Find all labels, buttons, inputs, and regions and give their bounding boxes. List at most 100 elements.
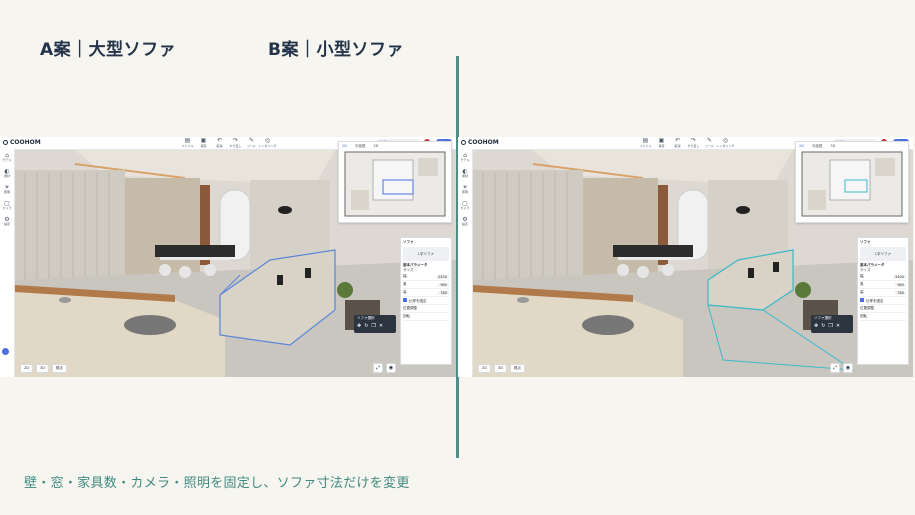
sidebar-item-model[interactable]: ⌂ モデル [458,149,472,165]
position-option[interactable]: 位置調整 [403,305,449,313]
item-thumbnail[interactable]: L字ソファ [403,247,449,261]
toolbar-save[interactable]: ▣ 保存 [656,138,667,149]
item-thumbnail[interactable]: L字ソファ [860,247,906,261]
minimap-tab-3d[interactable]: 3D [373,144,378,149]
toolbar-tool[interactable]: ✎ ツール [704,138,715,149]
heading-plan-b: B案｜小型ソファ [268,40,404,60]
param-height-row: 高 780 [860,289,906,297]
caption: 壁・窓・家具数・カメラ・照明を固定し、ソファ寸法だけを変更 [24,476,410,491]
copy-icon[interactable]: ❐ [371,323,375,329]
toolbar-redo[interactable]: ↷ やり直し [230,138,242,149]
view-2d-button[interactable]: 2D [478,364,491,373]
screenshot-plan-a: COOHOM ▤ ファイル ▣ 保存 ↶ 取消 ↷ やり直し ✎ ツール ◎ レンダリング … [0,137,456,377]
lock-ratio-option[interactable]: 比率を固定 [403,297,449,305]
toolbar-undo[interactable]: ↶ 取消 [214,138,225,149]
position-option[interactable]: 位置調整 [860,305,906,313]
view-3d-button[interactable]: 3D [493,364,507,373]
view-controls: 2D 3D 視点 [478,364,525,373]
sidebar-item-light[interactable]: ☀ 照明 [458,181,472,197]
panel-title: ソファ [403,240,414,244]
copy-icon[interactable]: ❐ [828,323,832,329]
fit-view-icon[interactable]: ⤢ [830,363,840,373]
heading-plan-a: A案｜大型ソファ [40,40,177,60]
floor-plan [343,150,447,218]
height-field[interactable]: 780 [895,290,906,295]
rotate-option[interactable]: 回転 [860,313,906,321]
left-sidebar: ⌂ モデル ◐ 素材 ☀ 照明 ▢ カメラ ⚙ 設定 [458,149,473,377]
minimap-tab-plan[interactable]: 平面図 [355,144,366,149]
minimap[interactable]: 2D 平面図 3D [795,141,909,223]
sidebar-item-camera[interactable]: ▢ カメラ [0,197,14,213]
depth-field[interactable]: 960 [895,282,906,287]
minimap[interactable]: 2D 平面図 3D [338,141,452,223]
selection-toolbar: ソファ選択 ✥ ↻ ❐ ✕ [811,315,853,333]
rotate-icon[interactable]: ↻ [364,323,368,329]
sidebar-item-settings[interactable]: ⚙ 設定 [0,213,14,229]
move-icon[interactable]: ✥ [814,323,818,329]
param-width-row: 幅 2400 [403,273,449,281]
toolbar-save[interactable]: ▣ 保存 [198,138,209,149]
checkbox-icon [403,297,407,302]
delete-icon[interactable]: ✕ [379,323,383,329]
properties-panel: ソファ L字ソファ 基本パラメータ サイズ 幅 2400 奥 960 高 780 比率… [400,237,452,365]
view-controls: 2D 3D 視点 [20,364,67,373]
sidebar-item-light[interactable]: ☀ 照明 [0,181,14,197]
view-3d-button[interactable]: 3D [35,364,49,373]
minimap-tab-plan[interactable]: 平面図 [812,144,823,149]
toolbar-file[interactable]: ▤ ファイル [640,138,652,149]
view-2d-button[interactable]: 2D [20,364,33,373]
help-button[interactable] [2,348,9,355]
sidebar-item-camera[interactable]: ▢ カメラ [458,197,472,213]
param-width-row: 幅 2400 [860,273,906,281]
left-sidebar: ⌂ モデル ◐ 素材 ☀ 照明 ▢ カメラ ⚙ 設定 [0,149,15,377]
selection-toolbar: ソファ選択 ✥ ↻ ❐ ✕ [354,315,396,333]
width-field[interactable]: 2400 [436,274,449,279]
param-depth-row: 奥 960 [403,281,449,289]
floor-plan-drawing [344,151,446,217]
viewpoint-button[interactable]: 視点 [509,364,525,373]
logo-icon [461,140,466,145]
depth-field[interactable]: 960 [438,282,449,287]
toolbar: ▤ ファイル ▣ 保存 ↶ 取消 ↷ やり直し ✎ ツール ◎ レンダリング [640,138,735,149]
selection-label: ソファ選択 [357,316,375,320]
move-icon[interactable]: ✥ [357,323,361,329]
param-depth-row: 奥 960 [860,281,906,289]
lock-ratio-option[interactable]: 比率を固定 [860,297,906,305]
toolbar: ▤ ファイル ▣ 保存 ↶ 取消 ↷ やり直し ✎ ツール ◎ レンダリング [182,138,277,149]
toolbar-redo[interactable]: ↷ やり直し [688,138,700,149]
delete-icon[interactable]: ✕ [836,323,840,329]
camera-view-icon[interactable]: ◉ [386,363,396,373]
app-logo: COOHOM [3,139,41,146]
minimap-tab-2d[interactable]: 2D [342,144,347,149]
logo-icon [3,140,8,145]
rotate-icon[interactable]: ↻ [821,323,825,329]
properties-panel: ソファ L字ソファ 基本パラメータ サイズ 幅 2400 奥 960 高 780 比率… [857,237,909,365]
toolbar-undo[interactable]: ↶ 取消 [672,138,683,149]
floor-plan-drawing [801,151,903,217]
sidebar-item-settings[interactable]: ⚙ 設定 [458,213,472,229]
selection-label: ソファ選択 [814,316,832,320]
rotate-option[interactable]: 回転 [403,313,449,321]
sidebar-item-material[interactable]: ◐ 素材 [458,165,472,181]
height-field[interactable]: 780 [438,290,449,295]
sidebar-item-model[interactable]: ⌂ モデル [0,149,14,165]
toolbar-tool[interactable]: ✎ ツール [246,138,257,149]
zoom-controls: ⤢ ◉ [373,363,396,373]
param-height-row: 高 780 [403,289,449,297]
app-logo: COOHOM [461,139,499,146]
checkbox-icon [860,297,864,302]
panel-title: ソファ [860,240,871,244]
zoom-controls: ⤢ ◉ [830,363,853,373]
width-field[interactable]: 2400 [893,274,906,279]
toolbar-file[interactable]: ▤ ファイル [182,138,194,149]
minimap-tab-2d[interactable]: 2D [799,144,804,149]
viewpoint-button[interactable]: 視点 [51,364,67,373]
sidebar-item-material[interactable]: ◐ 素材 [0,165,14,181]
fit-view-icon[interactable]: ⤢ [373,363,383,373]
toolbar-render[interactable]: ◎ レンダリング [259,138,277,149]
minimap-tab-3d[interactable]: 3D [830,144,835,149]
toolbar-render[interactable]: ◎ レンダリング [717,138,735,149]
floor-plan [800,150,904,218]
camera-view-icon[interactable]: ◉ [843,363,853,373]
screenshot-plan-b: COOHOM ▤ ファイル ▣ 保存 ↶ 取消 ↷ やり直し ✎ ツール ◎ レンダリング … [458,137,913,377]
